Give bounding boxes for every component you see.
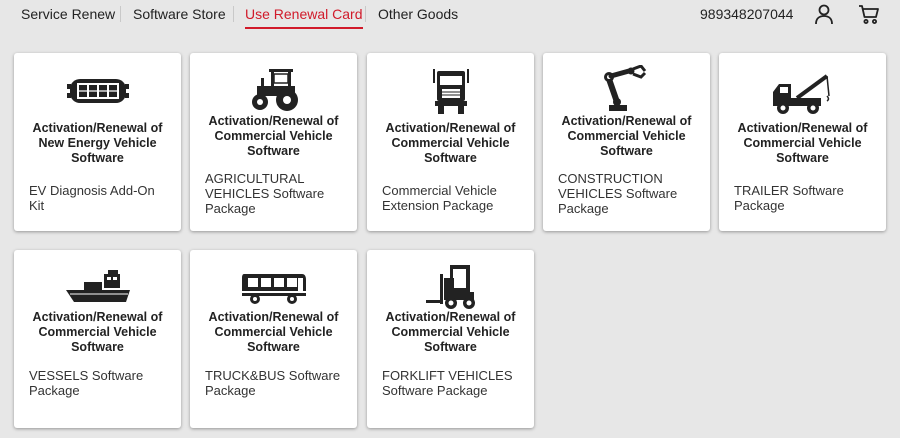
- renewal-card-vessels[interactable]: Activation/Renewal of Commercial Vehicle…: [14, 250, 181, 428]
- card-title: Activation/Renewal of Commercial Vehicle…: [208, 310, 339, 354]
- card-title: Activation/Renewal of Commercial Vehicle…: [208, 114, 339, 158]
- card-title: Activation/Renewal of New Energy Vehicle…: [32, 121, 163, 165]
- bus-icon: [190, 264, 357, 312]
- card-description: TRUCK&BUS Software Package: [205, 368, 341, 398]
- ship-icon: [14, 264, 181, 312]
- tab-service-renew[interactable]: Service Renew: [21, 5, 115, 23]
- account-phone-number: 989348207044: [700, 6, 794, 22]
- renewal-card-trailer[interactable]: Activation/Renewal of Commercial Vehicle…: [719, 53, 886, 231]
- renewal-card-truck-bus[interactable]: Activation/Renewal of Commercial Vehicle…: [190, 250, 357, 428]
- tow-truck-icon: [719, 69, 886, 117]
- card-title: Activation/Renewal of Commercial Vehicle…: [737, 121, 868, 165]
- robot-arm-icon: [543, 65, 710, 113]
- user-icon[interactable]: [813, 3, 835, 25]
- renewal-card-commercial-extension[interactable]: Activation/Renewal of Commercial Vehicle…: [367, 53, 534, 231]
- card-description: Commercial Vehicle Extension Package: [382, 183, 497, 213]
- renewal-card-construction[interactable]: Activation/Renewal of Commercial Vehicle…: [543, 53, 710, 231]
- tractor-icon: [190, 65, 357, 113]
- card-description: VESSELS Software Package: [29, 368, 144, 398]
- tab-other-goods[interactable]: Other Goods: [378, 5, 458, 23]
- tab-divider: [365, 6, 366, 22]
- tab-use-renewal-card[interactable]: Use Renewal Card: [245, 5, 363, 29]
- card-title: Activation/Renewal of Commercial Vehicle…: [385, 121, 516, 165]
- top-nav-bar: Service Renew Software Store Use Renewal…: [0, 0, 900, 34]
- tab-software-store[interactable]: Software Store: [133, 5, 226, 23]
- card-description: FORKLIFT VEHICLES Software Package: [382, 368, 513, 398]
- ev-car-icon: [14, 67, 181, 115]
- card-title: Activation/Renewal of Commercial Vehicle…: [561, 114, 692, 158]
- renewal-card-forklift[interactable]: Activation/Renewal of Commercial Vehicle…: [367, 250, 534, 428]
- card-title: Activation/Renewal of Commercial Vehicle…: [32, 310, 163, 354]
- cart-icon[interactable]: [858, 3, 880, 25]
- renewal-card-ev[interactable]: Activation/Renewal of New Energy Vehicle…: [14, 53, 181, 231]
- tab-divider: [120, 6, 121, 22]
- card-description: AGRICULTURAL VEHICLES Software Package: [205, 171, 325, 216]
- truck-front-icon: [367, 67, 534, 115]
- tab-divider: [233, 6, 234, 22]
- card-description: TRAILER Software Package: [734, 183, 844, 213]
- card-title: Activation/Renewal of Commercial Vehicle…: [385, 310, 516, 354]
- renewal-card-agricultural[interactable]: Activation/Renewal of Commercial Vehicle…: [190, 53, 357, 231]
- card-description: CONSTRUCTION VEHICLES Software Package: [558, 171, 678, 216]
- forklift-icon: [367, 262, 534, 310]
- card-description: EV Diagnosis Add-On Kit: [29, 183, 155, 213]
